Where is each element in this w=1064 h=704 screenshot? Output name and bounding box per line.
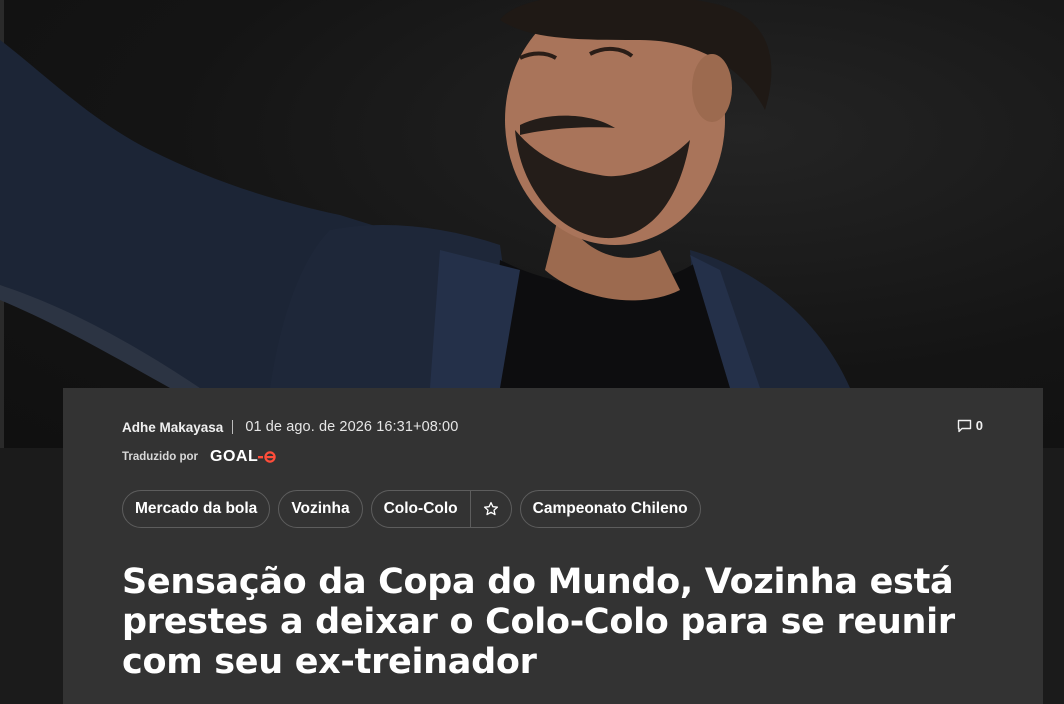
article-header-card: Adhe Makayasa 01 de ago. de 2026 16:31+0…	[63, 388, 1043, 704]
goal-logo-mark	[258, 451, 276, 463]
publish-date: 01 de ago. de 2026 16:31+08:00	[245, 419, 459, 435]
tag-colo-colo: Colo-Colo	[370, 490, 512, 528]
article-page: Adhe Makayasa 01 de ago. de 2026 16:31+0…	[0, 0, 1064, 704]
translation-credit: Traduzido por GOAL	[122, 448, 276, 466]
favorite-team-button[interactable]	[469, 491, 511, 527]
tag-campeonato-chileno[interactable]: Campeonato Chileno	[519, 490, 701, 528]
comment-count: 0	[975, 418, 983, 433]
tag-mercado-da-bola[interactable]: Mercado da bola	[122, 490, 271, 528]
author-name[interactable]: Adhe Makayasa	[122, 420, 223, 435]
comments-link[interactable]: 0	[957, 418, 983, 433]
byline: Adhe Makayasa 01 de ago. de 2026 16:31+0…	[122, 418, 983, 436]
goal-logo[interactable]: GOAL	[210, 448, 276, 466]
byline-divider	[232, 420, 234, 434]
translated-by-label: Traduzido por	[122, 451, 199, 463]
article-headline: Sensação da Copa do Mundo, Vozinha está …	[122, 562, 955, 682]
hero-image	[0, 0, 1064, 448]
tag-label: Vozinha	[291, 500, 350, 517]
hero-photo-illustration	[0, 0, 850, 388]
goal-logo-text: GOAL	[210, 448, 259, 465]
star-outline-icon	[483, 501, 498, 516]
tag-label[interactable]: Colo-Colo	[372, 500, 470, 518]
tag-list: Mercado da bola Vozinha Colo-Colo Campeo…	[122, 490, 701, 528]
comment-icon	[957, 419, 971, 432]
tag-label: Campeonato Chileno	[532, 500, 688, 517]
tag-vozinha[interactable]: Vozinha	[278, 490, 363, 528]
tag-label: Mercado da bola	[135, 500, 258, 517]
